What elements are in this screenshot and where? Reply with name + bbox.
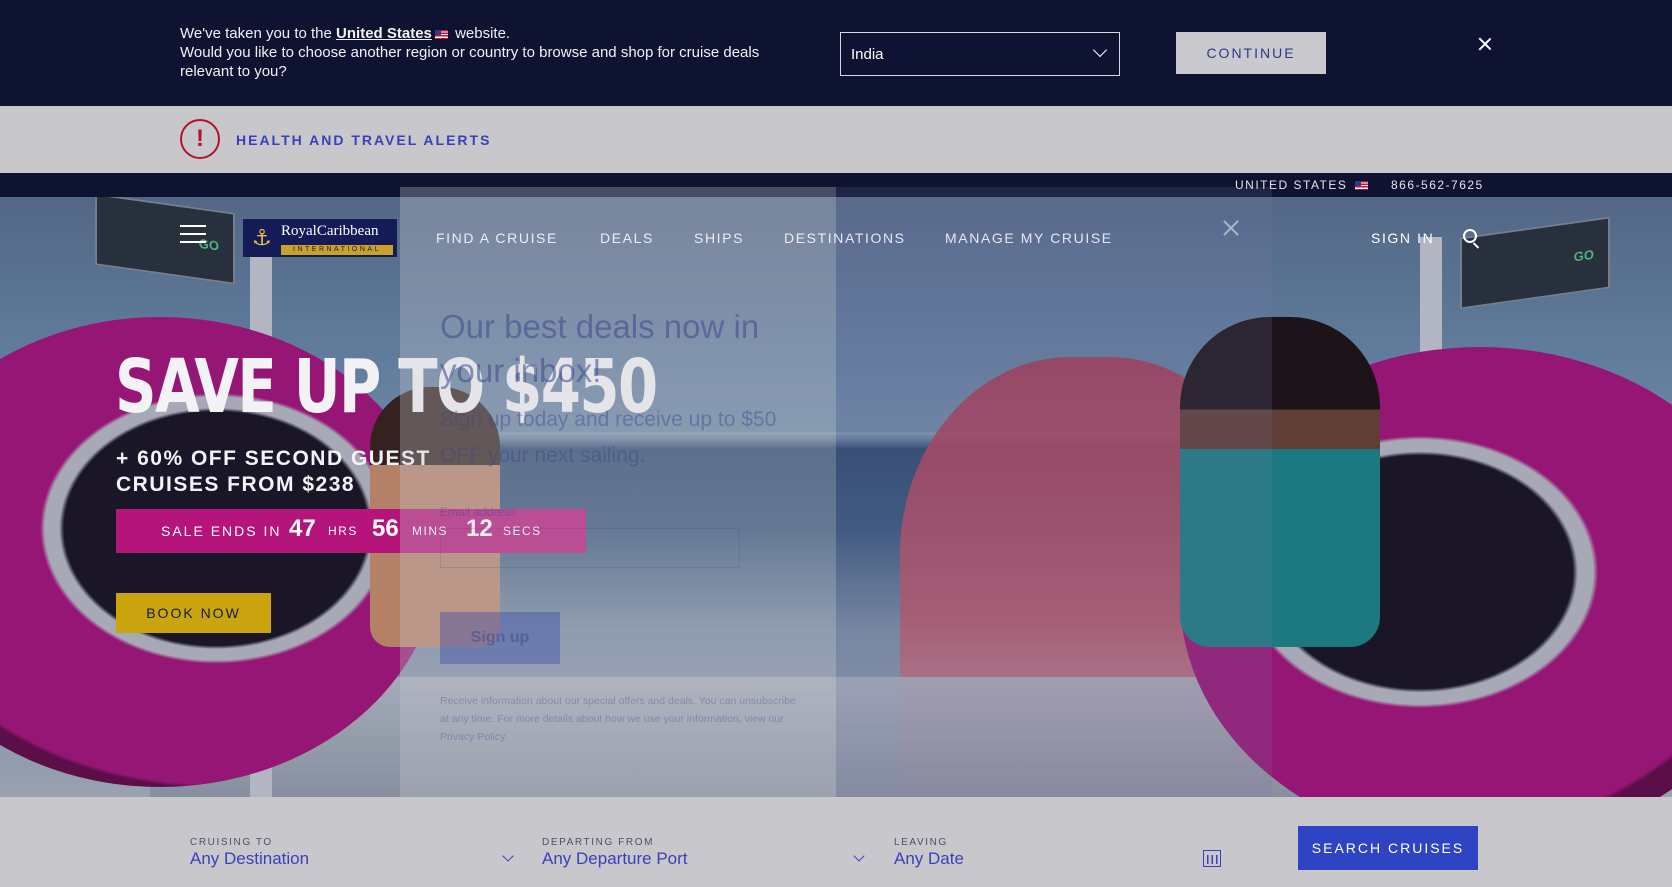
- alert-icon: !: [180, 119, 220, 159]
- chevron-down-icon: [1092, 42, 1108, 58]
- region-select[interactable]: India: [840, 32, 1120, 76]
- chevron-down-icon[interactable]: [853, 850, 865, 862]
- search-icon[interactable]: [1463, 229, 1477, 243]
- region-message: We've taken you to the United States web…: [180, 24, 810, 81]
- cruise-search-bar: CRUISING TO Any Destination DEPARTING FR…: [0, 797, 1672, 887]
- us-flag-icon: [434, 29, 448, 39]
- region-line1-prefix: We've taken you to the: [180, 25, 332, 42]
- email-label: Email address: [440, 505, 517, 519]
- royal-caribbean-logo[interactable]: ⚓ RoyalCaribbean INTERNATIONAL: [243, 219, 397, 257]
- region-line2: Would you like to choose another region …: [180, 44, 760, 80]
- email-field[interactable]: [440, 528, 740, 568]
- signup-description: Sign up today and receive up to $50 OFF …: [440, 408, 777, 467]
- book-now-button[interactable]: BOOK NOW: [116, 593, 271, 633]
- crown-anchor-icon: ⚓: [252, 225, 272, 250]
- sale-ends-label: SALE ENDS IN: [161, 523, 282, 539]
- departure-port-label: DEPARTING FROM: [542, 837, 655, 848]
- signup-modal-image: [836, 187, 1272, 842]
- hero-subheadline: + 60% OFF SECOND GUEST CRUISES FROM $238: [116, 447, 431, 496]
- countdown-hours-unit: HRS: [328, 524, 358, 538]
- alerts-bar: ! HEALTH AND TRAVEL ALERTS: [0, 106, 1672, 173]
- signup-fine-print: Receive information about our special of…: [440, 695, 796, 743]
- chevron-down-icon[interactable]: [502, 850, 514, 862]
- signup-button[interactable]: Sign up: [440, 612, 560, 664]
- destination-select[interactable]: Any Destination: [190, 849, 309, 869]
- sign-in-link[interactable]: SIGN IN: [1371, 230, 1434, 246]
- region-line1-suffix: website.: [455, 25, 511, 42]
- countdown-hours: 47: [289, 515, 316, 542]
- calendar-icon[interactable]: [1203, 850, 1221, 867]
- search-cruises-button[interactable]: SEARCH CRUISES: [1298, 826, 1478, 870]
- modal-close-icon[interactable]: [1221, 218, 1241, 238]
- departure-port-select[interactable]: Any Departure Port: [542, 849, 688, 869]
- signup-title: Our best deals now in your inbox!: [440, 308, 760, 389]
- phone-number[interactable]: 866-562-7625: [1391, 178, 1484, 192]
- countdown-minutes: 56: [372, 515, 399, 542]
- continue-button[interactable]: CONTINUE: [1176, 32, 1326, 74]
- region-banner: We've taken you to the United States web…: [0, 0, 1672, 106]
- region-select-value: India: [851, 46, 884, 63]
- us-flag-icon: [1355, 181, 1369, 191]
- menu-icon[interactable]: [180, 225, 206, 243]
- destination-label: CRUISING TO: [190, 837, 273, 848]
- health-travel-alerts-link[interactable]: HEALTH AND TRAVEL ALERTS: [236, 132, 491, 148]
- leaving-label: LEAVING: [894, 837, 948, 848]
- leaving-date-select[interactable]: Any Date: [894, 849, 964, 869]
- close-icon[interactable]: [1477, 36, 1493, 52]
- current-country-link[interactable]: United States: [336, 25, 432, 42]
